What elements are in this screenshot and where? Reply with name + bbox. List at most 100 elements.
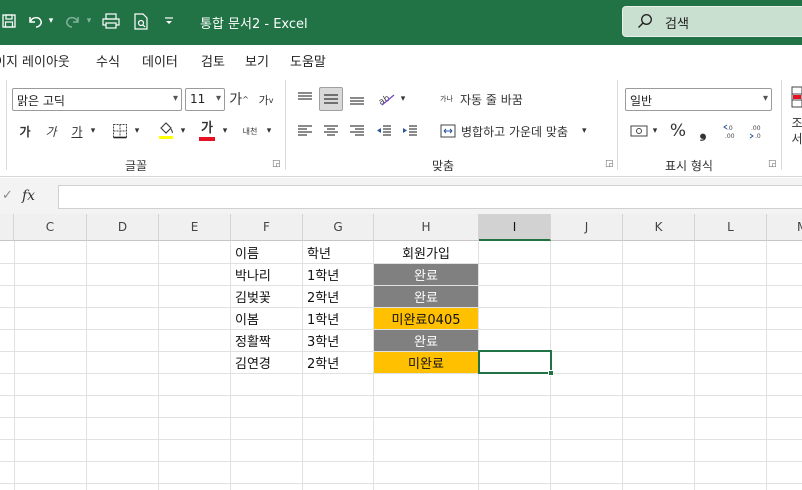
column-header-c[interactable]: C <box>14 214 87 241</box>
column-header-l[interactable]: L <box>695 214 767 241</box>
font-color-button[interactable]: 가 <box>196 119 218 143</box>
align-right-button[interactable] <box>347 120 367 142</box>
cell-g-row2[interactable]: 2학년 <box>303 286 373 307</box>
column-header-k[interactable]: K <box>623 214 695 241</box>
decrease-decimal-button[interactable]: .00.0 <box>748 120 770 142</box>
border-button[interactable] <box>110 121 130 141</box>
fill-color-button[interactable] <box>156 119 176 141</box>
accounting-dropdown-icon[interactable]: ▾ <box>650 123 660 139</box>
tab-formulas[interactable]: 수식 <box>96 51 120 70</box>
paint-bucket-icon <box>159 122 173 139</box>
save-icon[interactable] <box>0 10 18 32</box>
align-bottom-button[interactable] <box>347 88 367 110</box>
formula-input[interactable] <box>58 185 802 209</box>
tab-review[interactable]: 검토 <box>201 51 225 70</box>
tab-page-layout[interactable]: 이지 레이아웃 <box>0 51 70 70</box>
fill-handle[interactable] <box>548 370 554 376</box>
grid-line <box>0 483 802 484</box>
check-icon[interactable]: ✓ <box>2 188 13 203</box>
redo-icon[interactable] <box>62 10 84 32</box>
grow-font-button[interactable]: 가 ^ <box>229 89 249 109</box>
align-right-icon <box>350 125 364 136</box>
increase-decimal-button[interactable]: .0.00 <box>722 120 744 142</box>
orientation-button[interactable]: ab <box>376 88 398 110</box>
orientation-dropdown-icon[interactable]: ▾ <box>398 91 408 107</box>
undo-icon[interactable] <box>24 10 46 32</box>
font-name-combo[interactable]: 맑은 고딕 ▾ <box>12 88 182 111</box>
cell-h-row4[interactable]: 완료 <box>374 330 478 351</box>
quick-print-icon[interactable] <box>100 10 122 32</box>
accounting-format-button[interactable] <box>628 121 650 141</box>
active-cell-selection[interactable] <box>478 350 552 374</box>
cell-f-row5[interactable]: 김연경 <box>231 352 302 373</box>
fill-dropdown-icon[interactable]: ▾ <box>178 123 188 139</box>
number-format-combo[interactable]: 일반 ▾ <box>625 88 772 111</box>
cell-h-row3[interactable]: 미완료0405 <box>374 308 478 329</box>
column-header-partial[interactable] <box>0 214 14 241</box>
align-middle-icon <box>324 94 338 104</box>
column-header-f[interactable]: F <box>231 214 303 241</box>
svg-text:.0: .0 <box>727 125 733 132</box>
svg-text:.00: .00 <box>751 125 761 132</box>
decrease-indent-button[interactable] <box>374 120 394 142</box>
column-header-i[interactable]: I <box>479 214 551 241</box>
border-dropdown-icon[interactable]: ▾ <box>132 123 142 139</box>
increase-indent-button[interactable] <box>400 120 420 142</box>
align-left-button[interactable] <box>295 120 315 142</box>
cell-f-row3[interactable]: 이봄 <box>231 308 302 329</box>
font-dialog-launcher-icon[interactable]: ◲ <box>272 159 281 169</box>
column-header-g[interactable]: G <box>303 214 374 241</box>
column-header-h[interactable]: H <box>374 214 479 241</box>
tab-help[interactable]: 도움말 <box>290 51 326 70</box>
percent-style-button[interactable]: % <box>668 120 688 142</box>
align-center-button[interactable] <box>321 120 341 142</box>
column-header-d[interactable]: D <box>87 214 159 241</box>
align-top-button[interactable] <box>295 88 315 110</box>
alignment-dialog-launcher-icon[interactable]: ◲ <box>605 159 614 169</box>
column-header-e[interactable]: E <box>159 214 231 241</box>
cell-f-header[interactable]: 이름 <box>231 242 302 263</box>
cell-g-row3[interactable]: 1학년 <box>303 308 373 329</box>
column-header-m[interactable]: M <box>767 214 802 241</box>
cell-h-row2[interactable]: 완료 <box>374 286 478 307</box>
cell-h-row5[interactable]: 미완료 <box>374 352 478 373</box>
shrink-font-button[interactable]: 가v <box>256 90 276 110</box>
chevron-down-icon: ▾ <box>762 93 768 104</box>
italic-button[interactable]: 가 <box>42 121 60 141</box>
underline-button[interactable]: 가 <box>68 121 86 141</box>
phonetic-dropdown-icon[interactable]: ▾ <box>264 123 274 139</box>
number-dialog-launcher-icon[interactable]: ◲ <box>768 159 777 169</box>
bold-button[interactable]: 가 <box>16 121 34 141</box>
tab-data[interactable]: 데이터 <box>142 51 178 70</box>
merge-center-button[interactable]: 병합하고 가운데 맞춤 ▾ <box>440 119 605 143</box>
cell-f-row1[interactable]: 박나리 <box>231 264 302 285</box>
wrap-text-icon-label: 가나 <box>440 95 453 103</box>
font-size-combo[interactable]: 11 ▾ <box>185 88 225 111</box>
conditional-format-icon[interactable] <box>789 85 802 109</box>
cell-f-row4[interactable]: 정활짝 <box>231 330 302 351</box>
tab-view[interactable]: 보기 <box>245 51 269 70</box>
fx-icon[interactable]: fx <box>22 188 35 204</box>
column-header-j[interactable]: J <box>551 214 623 241</box>
underline-dropdown-icon[interactable]: ▾ <box>88 123 98 139</box>
search-box[interactable]: 검색 <box>622 6 802 37</box>
phonetic-button[interactable]: 내천 <box>236 119 264 143</box>
customize-toolbar-icon[interactable] <box>162 10 176 32</box>
font-color-dropdown-icon[interactable]: ▾ <box>220 123 230 139</box>
cell-h-header[interactable]: 회원가입 <box>374 242 478 263</box>
cell-f-row2[interactable]: 김벚꽃 <box>231 286 302 307</box>
cell-g-row5[interactable]: 2학년 <box>303 352 373 373</box>
comma-style-button[interactable]: ❟ <box>694 120 712 142</box>
cell-h-row1[interactable]: 완료 <box>374 264 478 285</box>
wrap-text-button[interactable]: 가나 자동 줄 바꿈 <box>440 87 536 111</box>
cell-g-row4[interactable]: 3학년 <box>303 330 373 351</box>
redo-dropdown-icon[interactable]: ▾ <box>84 10 94 32</box>
align-middle-button[interactable] <box>319 87 343 111</box>
print-preview-icon[interactable] <box>130 10 152 32</box>
undo-dropdown-icon[interactable]: ▾ <box>46 10 56 32</box>
cell-g-row1[interactable]: 1학년 <box>303 264 373 285</box>
font-color-swatch <box>199 136 215 141</box>
grow-font-label: 가 <box>229 92 243 108</box>
cell-g-header[interactable]: 학년 <box>303 242 373 263</box>
svg-text:.0: .0 <box>755 133 761 139</box>
